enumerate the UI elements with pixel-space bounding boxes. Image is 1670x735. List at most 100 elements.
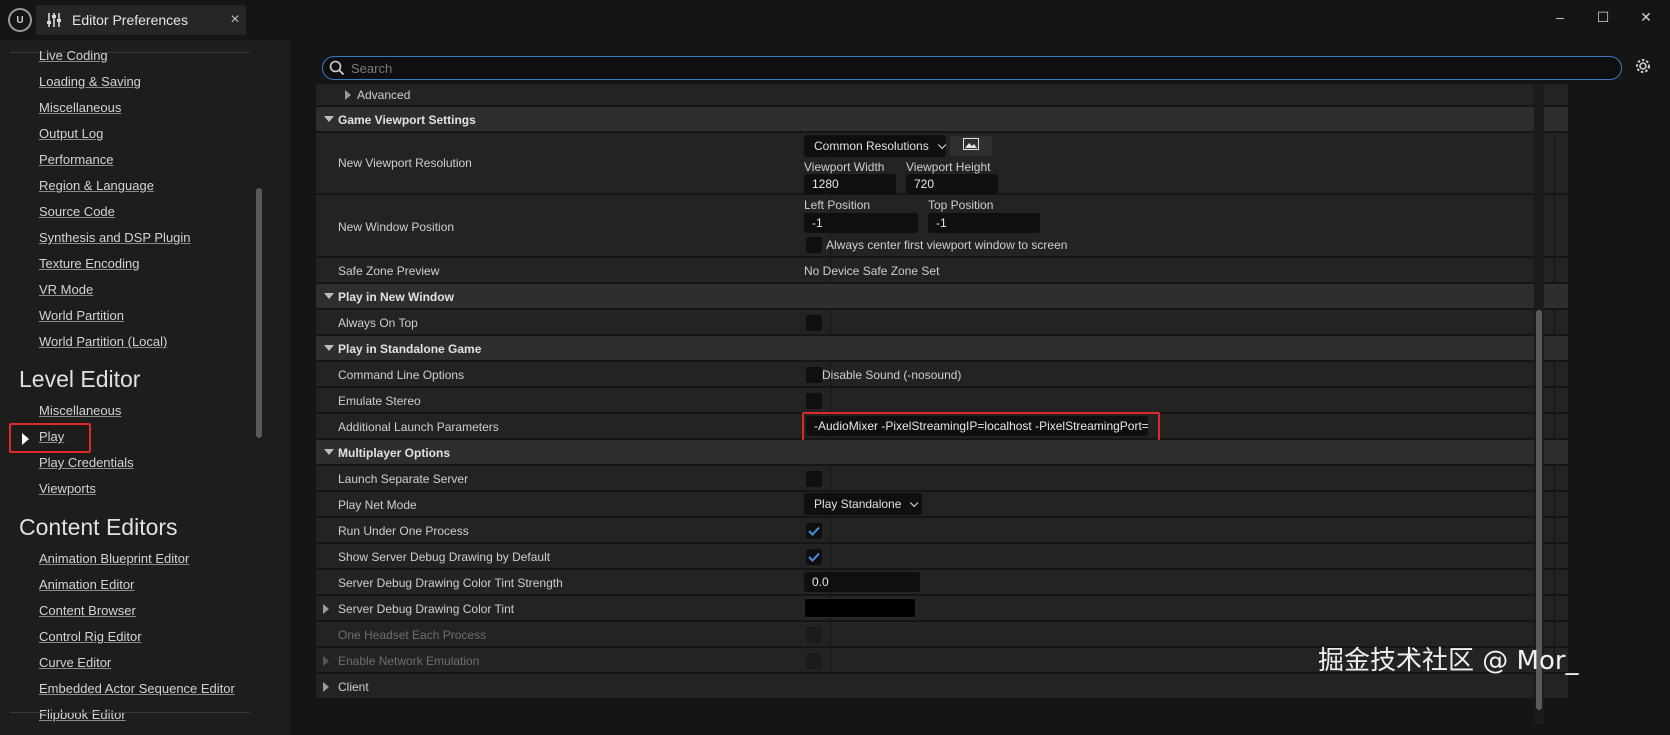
sidebar-item-world-partition[interactable]: World Partition [39, 307, 124, 325]
sidebar-item-synthesis-dsp[interactable]: Synthesis and DSP Plugin [39, 229, 191, 247]
sidebar-item-vr-mode[interactable]: VR Mode [39, 281, 93, 299]
tab-close-icon[interactable]: × [224, 11, 246, 29]
emulate-stereo-checkbox[interactable] [806, 393, 822, 409]
sidebar-item-live-coding[interactable]: Live Coding [39, 47, 108, 65]
dropdown-label: Play Standalone [814, 497, 902, 511]
checkmark-icon [808, 552, 820, 562]
highlight-box-play [9, 423, 91, 453]
divider [10, 712, 250, 713]
expand-arrow-icon[interactable] [323, 656, 329, 666]
category-label: Game Viewport Settings [338, 113, 476, 127]
sidebar-item-loading-saving[interactable]: Loading & Saving [39, 73, 141, 91]
color-swatch[interactable] [804, 598, 916, 618]
tint-strength-field[interactable]: 0.0 [804, 572, 920, 592]
sidebar-item-source-code[interactable]: Source Code [39, 203, 115, 221]
row-label: Run Under One Process [338, 524, 469, 538]
divider [1554, 362, 1555, 386]
chevron-down-icon [937, 140, 947, 150]
sidebar-item-curve-editor[interactable]: Curve Editor [39, 654, 111, 672]
row-safe-zone-preview: Safe Zone Preview No Device Safe Zone Se… [316, 258, 1568, 283]
sidebar-item-content-browser[interactable]: Content Browser [39, 602, 136, 620]
sidebar-item-level-miscellaneous[interactable]: Miscellaneous [39, 402, 121, 420]
row-label: Emulate Stereo [338, 394, 421, 408]
category-game-viewport-settings[interactable]: Game Viewport Settings [316, 107, 1568, 132]
category-play-in-standalone-game[interactable]: Play in Standalone Game [316, 336, 1568, 361]
title-bar: U Editor Preferences × – ☐ ✕ [0, 0, 1670, 40]
always-center-checkbox[interactable] [806, 237, 822, 253]
viewport-height-field[interactable]: 720 [906, 174, 998, 194]
sidebar-item-play-credentials[interactable]: Play Credentials [39, 454, 134, 472]
sidebar-item-region-language[interactable]: Region & Language [39, 177, 154, 195]
row-client[interactable]: Client [316, 674, 1568, 699]
category-multiplayer-options[interactable]: Multiplayer Options [316, 440, 1568, 465]
row-label: Play Net Mode [338, 498, 417, 512]
sidebar-item-texture-encoding[interactable]: Texture Encoding [39, 255, 139, 273]
one-headset-checkbox [806, 627, 822, 643]
row-label: Client [338, 680, 369, 694]
row-label: New Window Position [338, 220, 455, 234]
row-additional-launch-parameters: Additional Launch Parameters -AudioMixer… [316, 412, 1568, 442]
row-label: New Viewport Resolution [338, 156, 472, 170]
left-position-label: Left Position [804, 198, 871, 212]
always-on-top-checkbox[interactable] [806, 315, 822, 331]
row-play-net-mode: Play Net Mode Play Standalone [316, 492, 1568, 517]
gear-icon[interactable] [1632, 55, 1654, 77]
sidebar-item-performance[interactable]: Performance [39, 151, 113, 169]
divider [1554, 544, 1555, 568]
section-title-level-editor: Level Editor [19, 366, 141, 392]
sidebar-item-world-partition-local[interactable]: World Partition (Local) [39, 333, 167, 351]
unreal-logo-icon[interactable]: U [8, 8, 32, 32]
image-icon [963, 137, 979, 155]
expand-arrow-icon[interactable] [323, 682, 329, 692]
run-under-one-process-checkbox[interactable] [806, 523, 822, 539]
divider [1554, 466, 1555, 490]
sidebar-item-animation-blueprint-editor[interactable]: Animation Blueprint Editor [39, 550, 189, 568]
collapse-arrow-icon[interactable] [324, 116, 334, 122]
common-resolutions-dropdown[interactable]: Common Resolutions [804, 135, 947, 157]
left-position-field[interactable]: -1 [804, 213, 918, 233]
top-position-field[interactable]: -1 [928, 213, 1040, 233]
collapse-arrow-icon[interactable] [324, 293, 334, 299]
disable-sound-label: Disable Sound (-nosound) [822, 368, 962, 382]
category-label: Play in Standalone Game [338, 342, 482, 356]
collapse-arrow-icon[interactable] [324, 345, 334, 351]
category-label: Multiplayer Options [338, 446, 451, 460]
row-label: Show Server Debug Drawing by Default [338, 550, 551, 564]
top-position-label: Top Position [928, 198, 994, 212]
sidebar-item-control-rig-editor[interactable]: Control Rig Editor [39, 628, 142, 646]
always-center-label: Always center first viewport window to s… [826, 238, 1068, 252]
minimize-button[interactable]: – [1542, 4, 1578, 30]
sidebar-item-animation-editor[interactable]: Animation Editor [39, 576, 134, 594]
safe-zone-value: No Device Safe Zone Set [804, 264, 940, 278]
sidebar-item-miscellaneous[interactable]: Miscellaneous [39, 99, 121, 117]
show-server-debug-checkbox[interactable] [806, 549, 822, 565]
close-window-button[interactable]: ✕ [1628, 4, 1664, 30]
disable-sound-checkbox[interactable] [806, 367, 822, 383]
search-input[interactable] [351, 59, 1551, 77]
expand-arrow-icon[interactable] [323, 604, 329, 614]
category-play-in-new-window[interactable]: Play in New Window [316, 284, 1568, 309]
row-emulate-stereo: Emulate Stereo [316, 388, 1568, 413]
row-label: Server Debug Drawing Color Tint Strength [338, 576, 563, 590]
preferences-sidebar: Live Coding Loading & Saving Miscellaneo… [0, 40, 290, 735]
sidebar-scrollbar[interactable] [256, 188, 262, 438]
row-advanced[interactable]: Advanced [316, 84, 1568, 106]
launch-separate-server-checkbox[interactable] [806, 471, 822, 487]
sidebar-item-viewports[interactable]: Viewports [39, 480, 96, 498]
collapse-arrow-icon[interactable] [324, 449, 334, 455]
divider [1554, 596, 1555, 620]
maximize-button[interactable]: ☐ [1585, 4, 1621, 30]
viewport-height-label: Viewport Height [906, 160, 991, 174]
sidebar-item-embedded-actor-sequence[interactable]: Embedded Actor Sequence Editor [39, 680, 235, 698]
row-server-debug-tint: Server Debug Drawing Color Tint [316, 596, 1568, 621]
divider [1554, 570, 1555, 594]
tab-editor-preferences[interactable]: Editor Preferences × [36, 5, 246, 35]
section-title-content-editors: Content Editors [19, 514, 178, 540]
sidebar-item-output-log[interactable]: Output Log [39, 125, 103, 143]
viewport-width-field[interactable]: 1280 [804, 174, 896, 194]
image-button[interactable] [950, 136, 992, 156]
play-net-mode-dropdown[interactable]: Play Standalone [804, 493, 922, 515]
sidebar-item-flipbook-editor[interactable]: Flipbook Editor [39, 706, 126, 724]
expand-arrow-icon[interactable] [345, 90, 351, 100]
details-panel: Advanced Game Viewport Settings New View… [290, 40, 1670, 735]
